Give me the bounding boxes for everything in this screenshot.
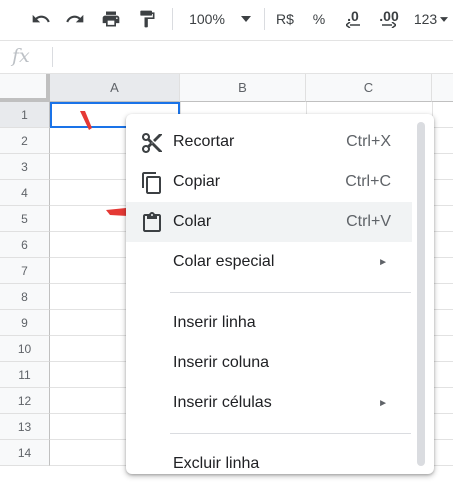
row-header[interactable]: 11 [0,362,50,388]
menu-item-insert-row[interactable]: Inserir linha [126,303,412,343]
column-header-b[interactable]: B [180,74,306,102]
toolbar-divider [172,8,173,30]
row-header[interactable]: 3 [0,154,50,180]
menu-item-label: Inserir linha [173,314,256,331]
redo-icon[interactable] [62,8,88,30]
row-header[interactable]: 8 [0,284,50,310]
zoom-value: 100% [189,11,225,27]
annotation-mark [80,111,92,130]
clipboard-icon [143,212,161,232]
arrow-right-icon [382,22,396,28]
formula-bar: fx [0,40,453,74]
menu-item-cut[interactable]: Recortar Ctrl+X [126,122,412,162]
percent-label: % [312,11,326,27]
decrease-decimal-button[interactable]: .0 [338,8,368,30]
row-header[interactable]: 10 [0,336,50,362]
fx-icon: fx [12,45,30,67]
row-header[interactable]: 12 [0,388,50,414]
chevron-down-icon [240,16,251,22]
select-all-corner[interactable] [0,74,50,102]
annotation-mark [106,208,128,216]
submenu-arrow-icon: ► [378,397,388,409]
increase-decimal-label: .00 [379,8,399,24]
menu-item-label: Recortar [173,133,235,150]
menu-item-shortcut: Ctrl+X [346,133,391,150]
row-header[interactable]: 14 [0,440,50,466]
increase-decimal-button[interactable]: .00 [374,8,404,30]
column-header-a[interactable]: A [50,74,180,102]
scissors-icon [142,133,162,153]
toolbar-divider [264,8,265,30]
row-header[interactable]: 1 [0,102,50,128]
column-header-c[interactable]: C [306,74,432,102]
toolbar: 100% R$ % .0 .00 123 [0,0,453,38]
row-header[interactable]: 2 [0,128,50,154]
percent-format-button[interactable]: % [306,8,332,30]
row-header[interactable]: 9 [0,310,50,336]
menu-item-insert-column[interactable]: Inserir coluna [126,343,412,383]
currency-label: R$ [276,11,294,27]
menu-scrollbar[interactable] [417,122,425,466]
submenu-arrow-icon: ► [378,256,388,268]
context-menu: Recortar Ctrl+X Copiar Ctrl+C Colar Ctrl… [126,114,434,474]
row-header[interactable]: 5 [0,206,50,232]
row-header[interactable]: 4 [0,180,50,206]
menu-item-paste-special[interactable]: Colar especial ► [126,242,412,282]
menu-item-label: Colar [173,213,212,230]
copy-icon [142,172,161,194]
undo-icon[interactable] [28,8,54,30]
row-header[interactable]: 13 [0,414,50,440]
chevron-down-icon [440,16,449,22]
menu-item-label: Copiar [173,173,221,190]
formula-divider [52,47,53,67]
formula-input[interactable] [60,48,440,66]
menu-item-copy[interactable]: Copiar Ctrl+C [126,162,412,202]
menu-item-paste[interactable]: Colar Ctrl+V [126,202,412,242]
menu-item-shortcut: Ctrl+C [345,173,391,190]
menu-item-label: Excluir linha [173,455,260,472]
menu-divider [170,433,411,434]
more-formats-select[interactable]: 123 [410,8,452,30]
row-header[interactable]: 7 [0,258,50,284]
column-header-d[interactable] [432,74,453,102]
menu-item-label: Inserir células [173,394,272,411]
decrease-decimal-label: .0 [347,8,359,24]
menu-item-insert-cells[interactable]: Inserir células ► [126,383,412,423]
row-header[interactable]: 6 [0,232,50,258]
menu-item-delete-row[interactable]: Excluir linha [126,444,412,484]
more-formats-label: 123 [413,11,438,27]
paint-format-icon[interactable] [134,8,160,30]
currency-format-button[interactable]: R$ [272,8,298,30]
menu-divider [170,292,411,293]
menu-item-shortcut: Ctrl+V [346,213,391,230]
arrow-left-icon [346,22,360,28]
menu-item-label: Colar especial [173,253,275,270]
menu-item-label: Inserir coluna [173,354,270,371]
print-icon[interactable] [98,8,124,30]
zoom-select[interactable]: 100% [184,8,256,30]
